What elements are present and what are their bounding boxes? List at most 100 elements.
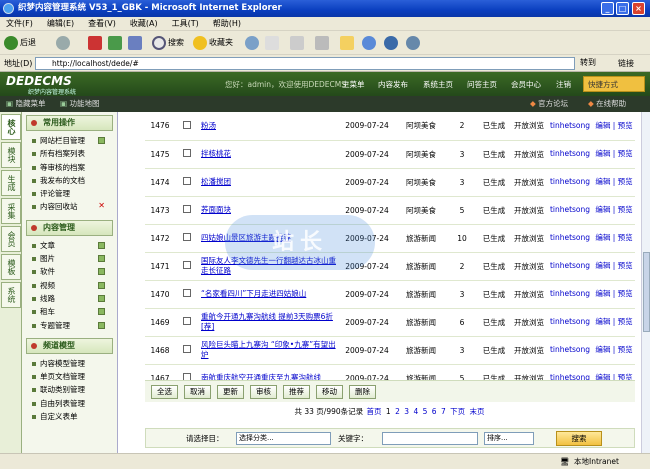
menu-item-column-manage[interactable]: 网站栏目管理	[22, 134, 117, 147]
menu-item-route[interactable]: 线路	[22, 292, 117, 305]
page-link[interactable]: 5	[423, 407, 428, 416]
row-checkbox[interactable]	[175, 196, 199, 225]
row-checkbox[interactable]	[175, 308, 199, 337]
add-icon[interactable]	[98, 268, 105, 276]
row-checkbox[interactable]	[175, 336, 199, 365]
row-checkbox[interactable]	[175, 280, 199, 309]
extras-button[interactable]	[406, 34, 422, 52]
row-checkbox[interactable]	[175, 252, 199, 281]
row-title-link[interactable]: 拌核桃花	[199, 140, 339, 169]
menu-item-car-rental[interactable]: 租车	[22, 305, 117, 318]
tab-collect[interactable]: 采集	[1, 198, 21, 224]
move-button[interactable]: 移动	[316, 385, 343, 399]
menu-tools[interactable]: 工具(T)	[172, 17, 199, 31]
nav-main-menu[interactable]: 主菜单	[342, 79, 365, 90]
quick-menu-select[interactable]: 快捷方式	[583, 76, 645, 92]
row-operations[interactable]: 编辑 | 预览	[593, 168, 635, 197]
menu-file[interactable]: 文件(F)	[6, 17, 33, 31]
maximize-button[interactable]: □	[616, 2, 629, 15]
home-button[interactable]	[128, 34, 144, 52]
mail-button[interactable]	[265, 34, 281, 52]
review-button[interactable]: 审核	[250, 385, 277, 399]
row-checkbox[interactable]	[175, 140, 199, 169]
tab-system[interactable]: 系统	[1, 282, 21, 308]
row-title-link[interactable]: 风险巨头瞄上九寨沟 “印象•九寨”有望出炉	[199, 336, 339, 365]
tab-templates[interactable]: 模板	[1, 254, 21, 280]
row-title-link[interactable]: 重航今开通九寨沟航线 提前3天购票6折 [荐]	[199, 308, 339, 337]
minimize-button[interactable]: _	[601, 2, 614, 15]
checkbox[interactable]	[183, 289, 191, 297]
page-link[interactable]: 2	[395, 407, 400, 416]
row-operations[interactable]: 编辑 | 预览	[593, 140, 635, 169]
nav-publish[interactable]: 内容发布	[378, 79, 408, 90]
tab-members[interactable]: 会员	[1, 226, 21, 252]
discuss-button[interactable]	[384, 34, 400, 52]
menu-item-single-page[interactable]: 单页文档管理	[22, 370, 117, 383]
nav-qa-home[interactable]: 问答主页	[467, 79, 497, 90]
delete-icon[interactable]: ✕	[98, 202, 105, 210]
section-channel-models[interactable]: 频道模型	[26, 337, 113, 354]
menu-item-all-archives[interactable]: 所有档案列表	[22, 147, 117, 160]
menu-item-software[interactable]: 软件	[22, 265, 117, 278]
tab-modules[interactable]: 模块	[1, 142, 21, 168]
refresh-button[interactable]	[108, 34, 124, 52]
menu-item-video[interactable]: 视频	[22, 279, 117, 292]
row-operations[interactable]: 编辑 | 预览	[593, 112, 635, 141]
first-page-link[interactable]: 首页	[367, 407, 382, 416]
menu-view[interactable]: 查看(V)	[88, 17, 116, 31]
menu-item-pending[interactable]: 等审核的档案	[22, 161, 117, 174]
tab-generate[interactable]: 生成	[1, 170, 21, 196]
checkbox[interactable]	[183, 205, 191, 213]
help-link[interactable]: ◆ 在线帮助	[588, 96, 626, 112]
row-operations[interactable]: 编辑 | 预览	[593, 224, 635, 253]
add-icon[interactable]	[98, 255, 105, 263]
row-checkbox[interactable]	[175, 112, 199, 141]
forum-link[interactable]: ◆ 官方论坛	[530, 96, 568, 112]
menu-item-free-list[interactable]: 自由列表管理	[22, 397, 117, 410]
tab-core[interactable]: 核心	[1, 114, 21, 140]
row-title-link[interactable]: “名家看四川”下月走进四姑娘山	[199, 280, 339, 309]
menu-item-custom-form[interactable]: 自定义表单	[22, 410, 117, 423]
add-icon[interactable]	[98, 241, 105, 249]
search-submit-button[interactable]: 搜索	[556, 431, 602, 446]
page-link[interactable]: 6	[432, 407, 437, 416]
menu-help[interactable]: 帮助(H)	[213, 17, 241, 31]
row-operations[interactable]: 编辑 | 预览	[593, 196, 635, 225]
next-page-link[interactable]: 下页	[450, 407, 465, 416]
add-icon[interactable]	[98, 321, 105, 329]
checkbox[interactable]	[183, 261, 191, 269]
category-select[interactable]: 选择分类...	[236, 432, 331, 445]
edit-button[interactable]	[315, 34, 331, 52]
add-icon[interactable]	[98, 281, 105, 289]
checkbox[interactable]	[183, 345, 191, 353]
links-button[interactable]: 链接	[618, 58, 634, 69]
row-operations[interactable]: 编辑 | 预览	[593, 280, 635, 309]
row-checkbox[interactable]	[175, 224, 199, 253]
hide-menu-button[interactable]: ▣ 隐藏菜单	[6, 96, 45, 112]
row-operations[interactable]: 编辑 | 预览	[593, 308, 635, 337]
row-title-link[interactable]: 粉汤	[199, 112, 339, 141]
page-link[interactable]: 3	[404, 407, 409, 416]
menu-favorites[interactable]: 收藏(A)	[130, 17, 158, 31]
add-icon[interactable]	[98, 137, 105, 144]
page-link[interactable]: 4	[413, 407, 418, 416]
site-map-button[interactable]: ▣ 功能地图	[60, 96, 99, 112]
checkbox[interactable]	[183, 317, 191, 325]
checkbox[interactable]	[183, 177, 191, 185]
menu-item-comments[interactable]: 评论管理	[22, 187, 117, 200]
stop-button[interactable]	[88, 34, 104, 52]
nav-site-home[interactable]: 系统主页	[423, 79, 453, 90]
row-checkbox[interactable]	[175, 168, 199, 197]
checkbox[interactable]	[183, 233, 191, 241]
page-link[interactable]: 1	[386, 407, 391, 416]
menu-edit[interactable]: 编辑(E)	[47, 17, 74, 31]
menu-item-image[interactable]: 图片	[22, 252, 117, 265]
menu-item-linkage[interactable]: 联动类别管理	[22, 383, 117, 396]
delete-button[interactable]: 删除	[349, 385, 376, 399]
page-link[interactable]: 7	[441, 407, 446, 416]
address-input[interactable]: http://localhost/dede/#	[35, 57, 575, 70]
research-button[interactable]	[362, 34, 378, 52]
forward-button[interactable]	[56, 34, 72, 52]
menu-item-recycle[interactable]: 内容回收站 ✕	[22, 200, 117, 213]
menu-item-article[interactable]: 文章	[22, 239, 117, 252]
